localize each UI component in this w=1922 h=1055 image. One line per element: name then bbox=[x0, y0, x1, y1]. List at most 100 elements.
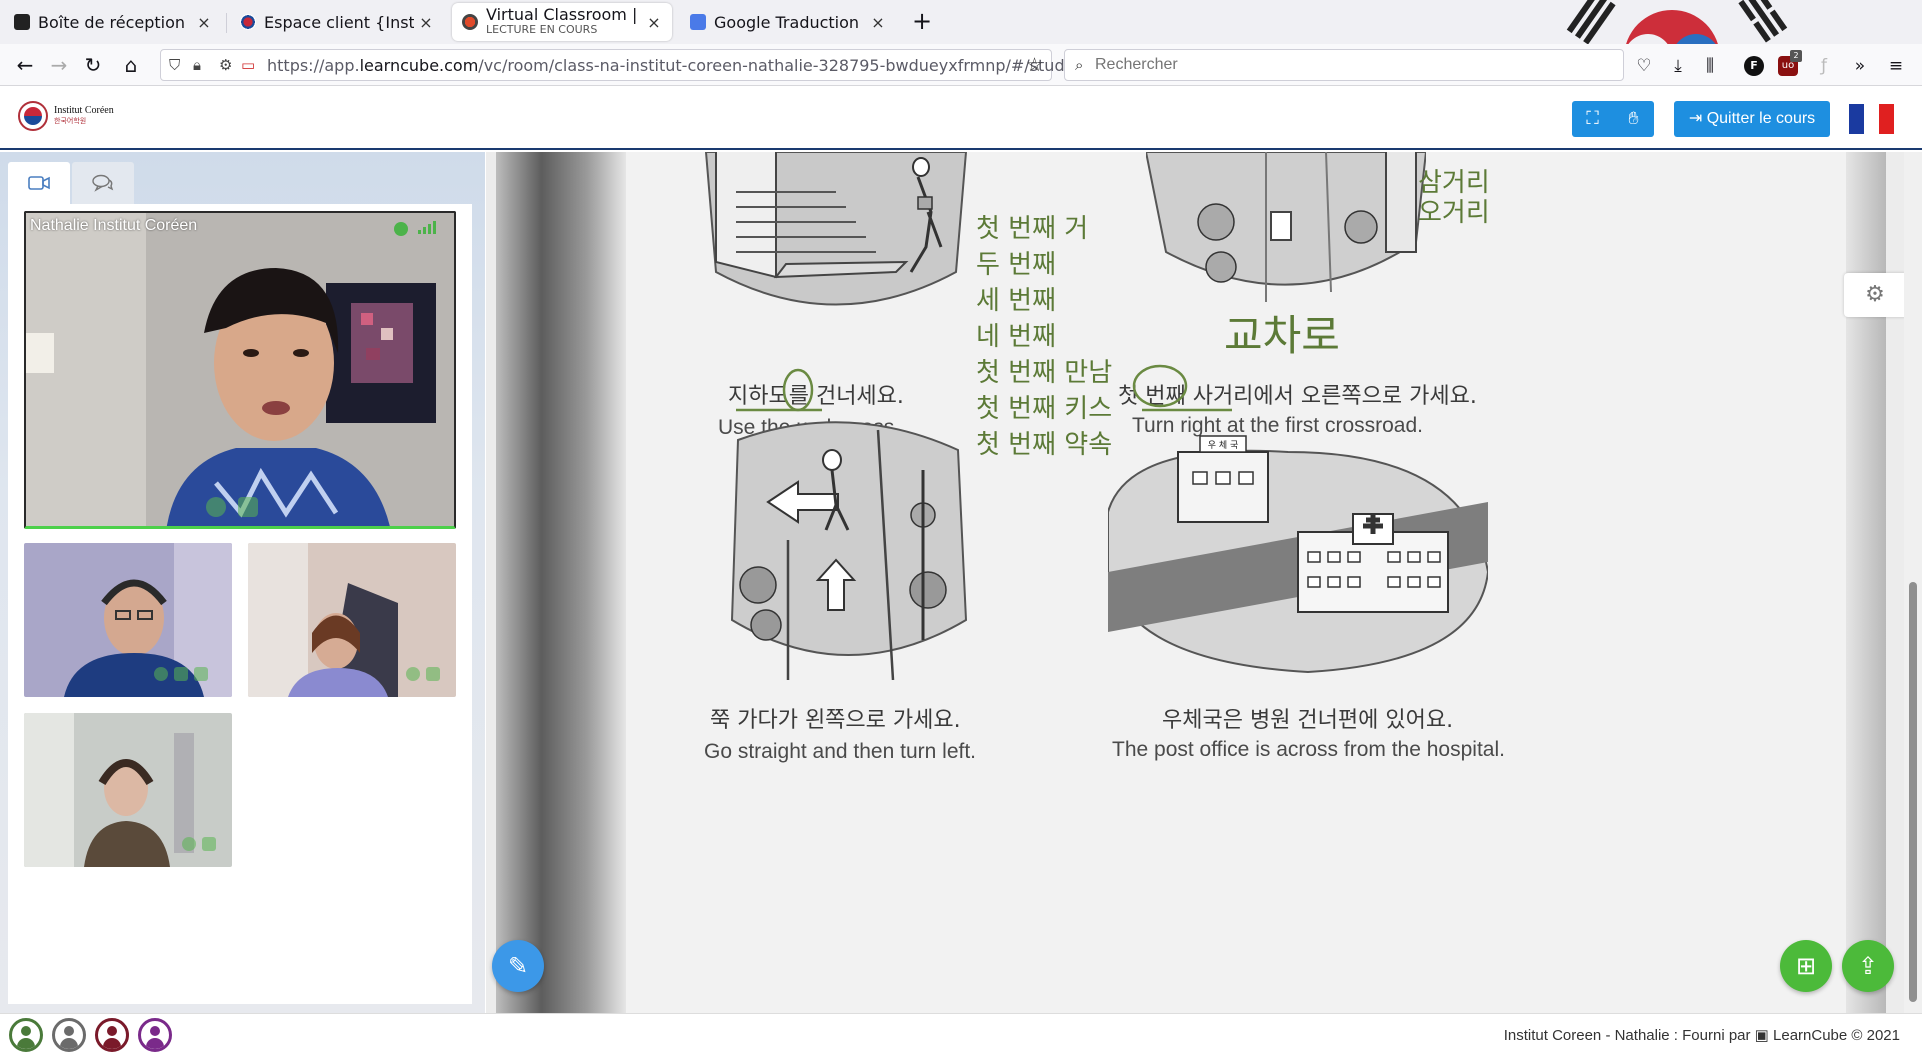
caption-english: The post office is across from the hospi… bbox=[1112, 738, 1505, 761]
shield-icon[interactable]: ⛉ bbox=[169, 56, 180, 74]
logo-subtitle: 한국어학원 bbox=[54, 117, 87, 125]
signal-strength-icon bbox=[418, 221, 436, 234]
menu-hamburger-icon[interactable]: ≡ bbox=[1886, 56, 1906, 76]
viewer-scrollbar[interactable] bbox=[1904, 152, 1922, 1013]
downloads-icon[interactable]: ⤓ bbox=[1668, 56, 1688, 76]
forward-arrow-icon[interactable]: → bbox=[46, 53, 72, 79]
close-icon[interactable]: × bbox=[418, 13, 434, 32]
participants-sidebar: Nathalie Institut Coréen bbox=[0, 152, 485, 1013]
url-text[interactable]: https://app.learncube.com/vc/room/class-… bbox=[267, 56, 1096, 75]
participant-avatar[interactable] bbox=[52, 1018, 86, 1052]
book-gutter-shadow bbox=[496, 152, 626, 1013]
crossroad-illustration bbox=[1146, 152, 1426, 302]
tab-playing-label: LECTURE EN COURS bbox=[486, 23, 598, 36]
teacher-video[interactable]: Nathalie Institut Coréen bbox=[24, 211, 456, 529]
chat-bubbles-icon bbox=[92, 174, 114, 192]
quit-label: Quitter le cours bbox=[1706, 110, 1816, 127]
video-camera-icon bbox=[28, 176, 50, 190]
handwritten-word: 오거리 bbox=[1418, 198, 1490, 228]
logo-text: Institut Coréen 한국어학원 bbox=[54, 105, 114, 127]
lock-icon[interactable]: 🔒︎ bbox=[193, 56, 201, 74]
status-dot-icon bbox=[394, 222, 408, 236]
close-icon[interactable]: × bbox=[196, 13, 212, 32]
tab-google-translate[interactable]: Google Traduction × bbox=[680, 4, 896, 40]
permissions-icon[interactable]: ⚙ bbox=[219, 56, 232, 74]
url-prefix: https://app. bbox=[267, 56, 360, 75]
extension-icon[interactable]: ƒ bbox=[1814, 56, 1834, 76]
add-document-button[interactable]: ⊞ bbox=[1780, 940, 1832, 992]
microphone-icon[interactable] bbox=[154, 667, 168, 681]
microphone-icon[interactable] bbox=[206, 497, 226, 517]
french-flag-language-icon[interactable] bbox=[1849, 104, 1894, 134]
camera-icon[interactable] bbox=[426, 667, 440, 681]
tab-video[interactable] bbox=[8, 162, 70, 204]
post-office-hospital-illustration: 우 체 국 bbox=[1108, 435, 1488, 674]
bookmark-star-icon[interactable]: ☆ bbox=[1026, 54, 1043, 76]
search-bar[interactable]: ⌕ bbox=[1064, 49, 1624, 81]
gear-icon[interactable]: ⚙ bbox=[1844, 273, 1906, 317]
new-tab-button[interactable]: + bbox=[908, 8, 936, 36]
post-office-sign: 우 체 국 bbox=[1208, 440, 1239, 451]
overflow-chevrons-icon[interactable]: » bbox=[1850, 56, 1870, 76]
pen-icon: ✎ bbox=[507, 952, 529, 980]
extension-f-icon[interactable]: F bbox=[1744, 56, 1764, 76]
document-viewer[interactable]: 삼거리 오거리 첫 번째 거 두 번째 세 번째 네 번째 첫 번째 만남 첫 … bbox=[486, 152, 1922, 1013]
raise-hand-icon[interactable]: ✋︎ bbox=[1613, 101, 1654, 137]
close-icon[interactable]: × bbox=[646, 13, 662, 32]
learncube-icon bbox=[462, 14, 478, 30]
student-video-2[interactable] bbox=[248, 543, 456, 697]
camera-icon[interactable] bbox=[174, 667, 188, 681]
participant-avatar[interactable] bbox=[95, 1018, 129, 1052]
scrollbar-thumb[interactable] bbox=[1909, 582, 1917, 1002]
student-video-feed bbox=[24, 713, 232, 867]
institut-coreen-logo[interactable]: Institut Coréen 한국어학원 bbox=[18, 101, 114, 131]
quit-class-button[interactable]: ⇥ Quitter le cours bbox=[1674, 101, 1830, 137]
textbook-page[interactable]: 삼거리 오거리 첫 번째 거 두 번째 세 번째 네 번째 첫 번째 만남 첫 … bbox=[496, 152, 1886, 1013]
footer-credits: Institut Coreen - Nathalie : Fourni par … bbox=[1503, 1027, 1900, 1044]
student-video-3[interactable] bbox=[24, 713, 232, 867]
tab-espace-client[interactable]: Espace client {Institut Co × bbox=[230, 4, 444, 40]
tab-chat[interactable] bbox=[72, 162, 134, 204]
tab-inbox[interactable]: Boîte de réception | olivie × bbox=[4, 4, 222, 40]
mail-icon bbox=[14, 14, 30, 30]
pen-annotations bbox=[736, 364, 1232, 412]
student-video-feed bbox=[248, 543, 456, 697]
close-icon[interactable]: × bbox=[870, 13, 886, 32]
tab-title: Espace client {Institut Co bbox=[264, 12, 414, 32]
handwritten-list-item: 첫 번째 거 bbox=[976, 214, 1089, 244]
url-bar[interactable]: ⛉ 🔒︎ ⚙ ▭ https://app.learncube.com/vc/ro… bbox=[160, 49, 1096, 81]
user-icon bbox=[64, 1026, 74, 1036]
search-icon: ⌕ bbox=[1075, 56, 1084, 74]
browser-nav-bar: ← → ↻ ⌂ ⛉ 🔒︎ ⚙ ▭ https://app.learncube.c… bbox=[0, 44, 1922, 86]
header-tool-group: ⛶ ✋︎ bbox=[1572, 101, 1654, 137]
sidebar-tabs bbox=[8, 162, 134, 204]
library-icon[interactable]: ⫼ bbox=[1700, 56, 1720, 76]
annotate-pen-button[interactable]: ✎ bbox=[492, 940, 544, 992]
home-icon[interactable]: ⌂ bbox=[118, 53, 144, 79]
microphone-icon[interactable] bbox=[406, 667, 420, 681]
search-input[interactable] bbox=[1095, 54, 1595, 76]
camera-icon[interactable] bbox=[202, 837, 216, 851]
pocket-icon[interactable]: ♡ bbox=[1634, 56, 1654, 76]
add-file-icon: ⊞ bbox=[1795, 952, 1817, 980]
participant-avatar[interactable] bbox=[9, 1018, 43, 1052]
fullscreen-icon[interactable]: ⛶ bbox=[1572, 101, 1613, 137]
camera-icon[interactable] bbox=[238, 497, 258, 517]
participant-name: Nathalie Institut Coréen bbox=[30, 217, 198, 234]
camera-sharing-icon[interactable]: ▭ bbox=[241, 56, 255, 74]
screen-icon[interactable] bbox=[194, 667, 208, 681]
underpass-illustration bbox=[704, 152, 968, 306]
user-icon bbox=[21, 1026, 31, 1036]
back-arrow-icon[interactable]: ← bbox=[12, 53, 38, 79]
handwritten-list-item: 두 번째 bbox=[976, 250, 1057, 280]
upload-button[interactable]: ⇪ bbox=[1842, 940, 1894, 992]
tab-title: Boîte de réception | olivie bbox=[38, 12, 192, 32]
participant-avatar[interactable] bbox=[138, 1018, 172, 1052]
turn-left-illustration bbox=[730, 421, 968, 680]
teacher-video-feed bbox=[26, 213, 454, 526]
student-video-1[interactable] bbox=[24, 543, 232, 697]
tab-virtual-classroom[interactable]: Virtual Classroom | Learn LECTURE EN COU… bbox=[452, 3, 672, 41]
tab-separator bbox=[226, 13, 227, 33]
reload-icon[interactable]: ↻ bbox=[80, 53, 106, 79]
microphone-icon[interactable] bbox=[182, 837, 196, 851]
